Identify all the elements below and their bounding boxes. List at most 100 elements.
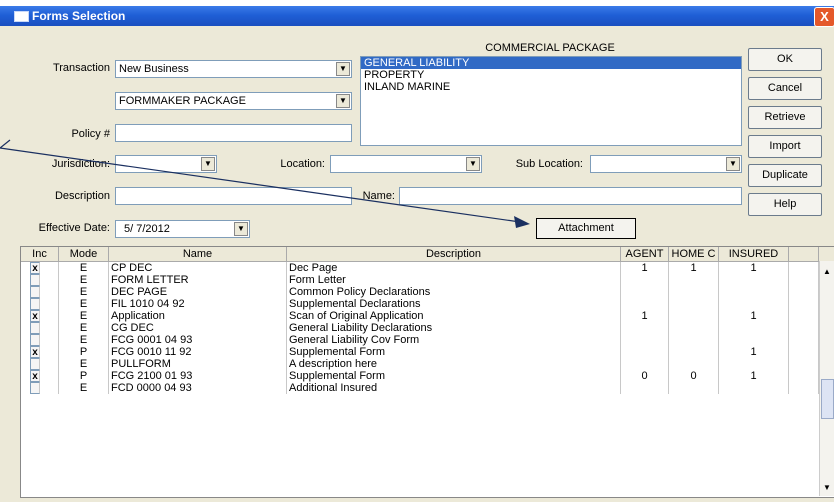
name-cell: DEC PAGE: [109, 286, 287, 298]
table-row[interactable]: x E Application Scan of Original Applicatio…: [21, 310, 819, 322]
include-checkbox[interactable]: [30, 382, 40, 394]
grid-scrollbar[interactable]: ▲ ▼: [819, 261, 834, 496]
table-row[interactable]: x E CP DEC Dec Page 1 1 1: [21, 262, 819, 274]
inc-cell: [21, 382, 59, 394]
home-cell: [669, 274, 719, 286]
include-checkbox[interactable]: [30, 286, 40, 298]
close-button[interactable]: X: [814, 7, 834, 27]
include-checkbox[interactable]: [30, 274, 40, 286]
blank-cell: [789, 358, 819, 370]
home-cell: [669, 310, 719, 322]
desc-cell: Supplemental Form: [287, 346, 621, 358]
duplicate-button[interactable]: Duplicate: [748, 164, 822, 187]
include-checkbox[interactable]: x: [30, 262, 40, 274]
name-cell: CP DEC: [109, 262, 287, 274]
table-row[interactable]: x P FCG 2100 01 93 Supplemental Form 0 0 1: [21, 370, 819, 382]
location-select[interactable]: ▼: [330, 155, 482, 173]
retrieve-button[interactable]: Retrieve: [748, 106, 822, 129]
coverage-listbox[interactable]: GENERAL LIABILITY PROPERTY INLAND MARINE: [360, 56, 742, 146]
insured-cell: [719, 298, 789, 310]
table-row[interactable]: E FCD 0000 04 93 Additional Insured: [21, 382, 819, 394]
jurisdiction-select[interactable]: ▼: [115, 155, 217, 173]
home-cell: [669, 358, 719, 370]
help-button[interactable]: Help: [748, 193, 822, 216]
desc-cell: Additional Insured: [287, 382, 621, 394]
insured-cell: [719, 334, 789, 346]
blank-cell: [789, 346, 819, 358]
policy-label: Policy #: [71, 128, 110, 140]
inc-cell: [21, 322, 59, 334]
list-item[interactable]: INLAND MARINE: [361, 81, 741, 93]
col-header-home[interactable]: HOME C: [669, 247, 719, 261]
home-cell: [669, 346, 719, 358]
attachment-button[interactable]: Attachment: [536, 218, 636, 239]
transaction-select[interactable]: New Business ▼: [115, 60, 352, 78]
include-checkbox[interactable]: [30, 298, 40, 310]
table-row[interactable]: E FCG 0001 04 93 General Liability Cov For…: [21, 334, 819, 346]
chevron-down-icon[interactable]: ▼: [336, 62, 350, 76]
table-row[interactable]: E DEC PAGE Common Policy Declarations: [21, 286, 819, 298]
table-row[interactable]: E CG DEC General Liability Declarations: [21, 322, 819, 334]
chevron-down-icon[interactable]: ▼: [726, 157, 740, 171]
include-checkbox[interactable]: [30, 334, 40, 346]
chevron-down-icon[interactable]: ▼: [201, 157, 215, 171]
name-input[interactable]: [399, 187, 742, 205]
package-select[interactable]: FORMMAKER PACKAGE ▼: [115, 92, 352, 110]
insured-cell: [719, 382, 789, 394]
policy-input[interactable]: [115, 124, 352, 142]
import-button[interactable]: Import: [748, 135, 822, 158]
inc-cell: [21, 286, 59, 298]
table-row[interactable]: E FORM LETTER Form Letter: [21, 274, 819, 286]
insured-cell: [719, 322, 789, 334]
blank-cell: [789, 334, 819, 346]
sublocation-select[interactable]: ▼: [590, 155, 742, 173]
mode-cell: E: [59, 274, 109, 286]
list-item[interactable]: GENERAL LIABILITY: [361, 57, 741, 69]
col-header-name[interactable]: Name: [109, 247, 287, 261]
effective-date-picker[interactable]: 5/ 7/2012 ▼: [115, 220, 250, 238]
cancel-button[interactable]: Cancel: [748, 77, 822, 100]
home-cell: 1: [669, 262, 719, 274]
description-input[interactable]: [115, 187, 352, 205]
col-header-agent[interactable]: AGENT: [621, 247, 669, 261]
scroll-up-icon[interactable]: ▲: [823, 267, 831, 276]
name-cell: FCG 2100 01 93: [109, 370, 287, 382]
ok-button[interactable]: OK: [748, 48, 822, 71]
col-header-description[interactable]: Description: [287, 247, 621, 261]
table-row[interactable]: E FIL 1010 04 92 Supplemental Declarations: [21, 298, 819, 310]
include-checkbox[interactable]: x: [30, 346, 40, 358]
blank-cell: [789, 274, 819, 286]
include-checkbox[interactable]: [30, 358, 40, 370]
mode-cell: E: [59, 358, 109, 370]
include-checkbox[interactable]: x: [30, 370, 40, 382]
description-label: Description: [54, 190, 110, 202]
forms-grid[interactable]: Inc Mode Name Description AGENT HOME C I…: [20, 246, 834, 498]
col-header-mode[interactable]: Mode: [59, 247, 109, 261]
blank-cell: [789, 322, 819, 334]
chevron-down-icon[interactable]: ▼: [336, 94, 350, 108]
scroll-down-icon[interactable]: ▼: [823, 483, 831, 492]
package-value: FORMMAKER PACKAGE: [119, 95, 246, 107]
chevron-down-icon[interactable]: ▼: [466, 157, 480, 171]
include-checkbox[interactable]: x: [30, 310, 40, 322]
table-row[interactable]: x P FCG 0010 11 92 Supplemental Form 1: [21, 346, 819, 358]
commercial-package-title: COMMERCIAL PACKAGE: [485, 42, 615, 54]
col-header-insured[interactable]: INSURED: [719, 247, 789, 261]
include-checkbox[interactable]: [30, 322, 40, 334]
name-cell: FCG 0010 11 92: [109, 346, 287, 358]
desc-cell: Form Letter: [287, 274, 621, 286]
name-cell: FCG 0001 04 93: [109, 334, 287, 346]
table-row[interactable]: E PULLFORM A description here: [21, 358, 819, 370]
insured-cell: 1: [719, 262, 789, 274]
chevron-down-icon[interactable]: ▼: [234, 222, 248, 236]
mode-cell: P: [59, 370, 109, 382]
effective-date-label: Effective Date:: [38, 222, 110, 234]
list-item[interactable]: PROPERTY: [361, 69, 741, 81]
agent-cell: 1: [621, 310, 669, 322]
scrollbar-thumb[interactable]: [821, 379, 834, 419]
blank-cell: [789, 310, 819, 322]
home-cell: [669, 298, 719, 310]
col-header-inc[interactable]: Inc: [21, 247, 59, 261]
desc-cell: General Liability Cov Form: [287, 334, 621, 346]
home-cell: [669, 322, 719, 334]
